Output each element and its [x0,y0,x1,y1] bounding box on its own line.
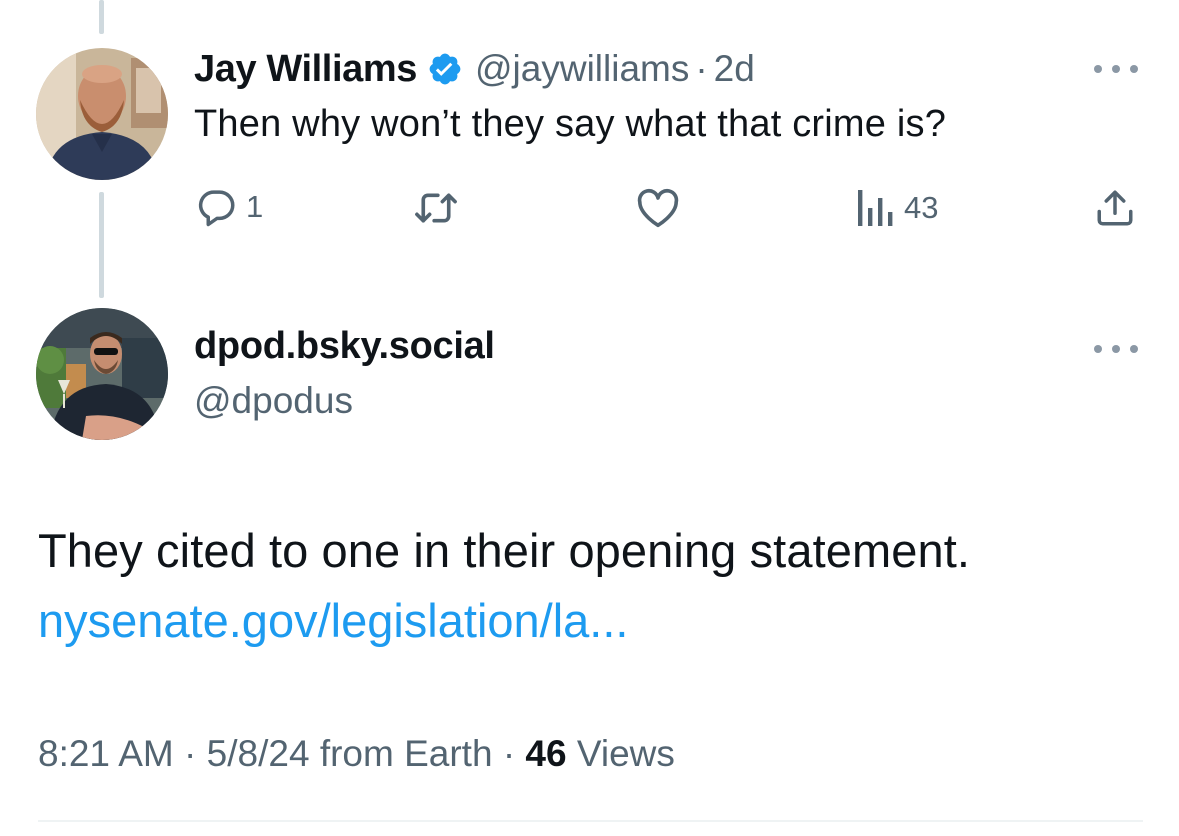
avatar-image [36,48,168,180]
avatar-image [36,308,168,440]
more-options-icon[interactable] [1094,342,1138,356]
thread-line-top [99,0,104,34]
separator-dot: · [184,733,197,774]
tweet-meta: 8:21 AM · 5/8/24 from Earth · 46 Views [38,733,675,775]
user-handle[interactable]: @dpodus [194,380,353,422]
reply-tweet-header: Jay Williams @jaywilliams · 2d [194,44,755,94]
display-name[interactable]: dpod.bsky.social [194,325,495,368]
reply-tweet-text: Then why won’t they say what that crime … [194,103,947,145]
tweet-link[interactable]: nysenate.gov/legislation/la... [38,593,628,648]
views-count[interactable]: 46 [525,733,566,774]
share-icon [1097,190,1133,226]
avatar-jay-williams[interactable] [36,48,168,180]
tweet-time-ago[interactable]: 2d [714,48,755,90]
reply-button[interactable]: 1 [196,186,263,228]
like-button[interactable] [636,188,688,228]
tweet-source: from Earth [319,733,493,774]
reply-tweet-actions: 1 43 [0,180,1179,236]
verified-badge-icon [429,53,461,85]
views-button[interactable]: 43 [856,188,938,228]
separator-dot: · [502,733,516,774]
divider [38,820,1143,822]
reply-icon [198,190,235,227]
share-button[interactable] [1094,186,1136,230]
views-icon [858,190,893,226]
like-icon [637,188,679,228]
timestamp-date[interactable]: 5/8/24 [207,733,310,774]
author-name[interactable]: Jay Williams [194,48,417,91]
separator-dot: · [695,48,708,89]
timestamp-time[interactable]: 8:21 AM [38,733,174,774]
retweet-button[interactable] [414,188,466,228]
more-options-icon[interactable] [1094,62,1138,76]
reply-count: 1 [246,189,264,224]
main-tweet-text: They cited to one in their opening state… [38,524,971,577]
author-handle[interactable]: @jaywilliams [475,48,689,90]
avatar-dpod[interactable] [36,308,168,440]
retweet-icon [415,193,457,223]
views-count: 43 [904,190,939,225]
views-label[interactable]: Views [577,733,675,774]
